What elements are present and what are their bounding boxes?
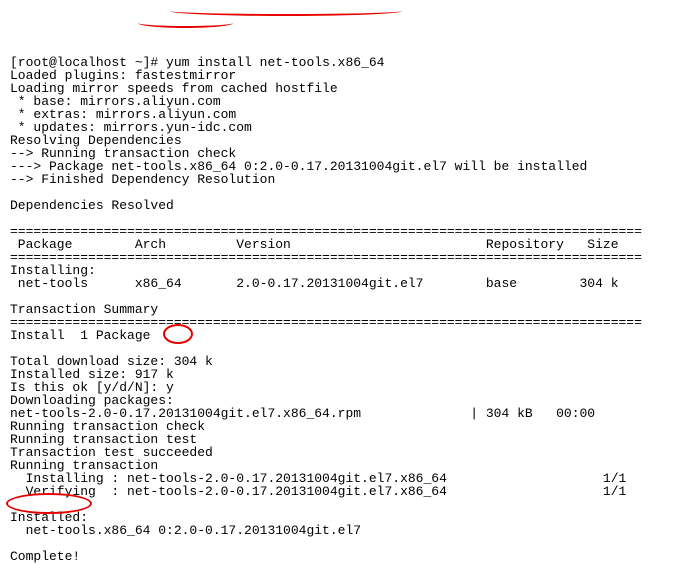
package-row: net-tools x86_64 2.0-0.17.20131004git.el… <box>10 276 619 291</box>
divider-mid: ========================================… <box>10 250 642 265</box>
installed-pkg-line: net-tools.x86_64 0:2.0-0.17.20131004git.… <box>10 523 361 538</box>
annotation-underline-fastestmirror <box>138 22 233 28</box>
dep-done-line: --> Finished Dependency Resolution <box>10 172 275 187</box>
complete-line: Complete! <box>10 549 80 564</box>
deps-resolved-line: Dependencies Resolved <box>10 198 174 213</box>
verifying-pkg-line: Verifying : net-tools-2.0-0.17.20131004g… <box>10 484 626 499</box>
install-count-line: Install 1 Package <box>10 328 150 343</box>
annotation-underline-command <box>170 10 402 16</box>
